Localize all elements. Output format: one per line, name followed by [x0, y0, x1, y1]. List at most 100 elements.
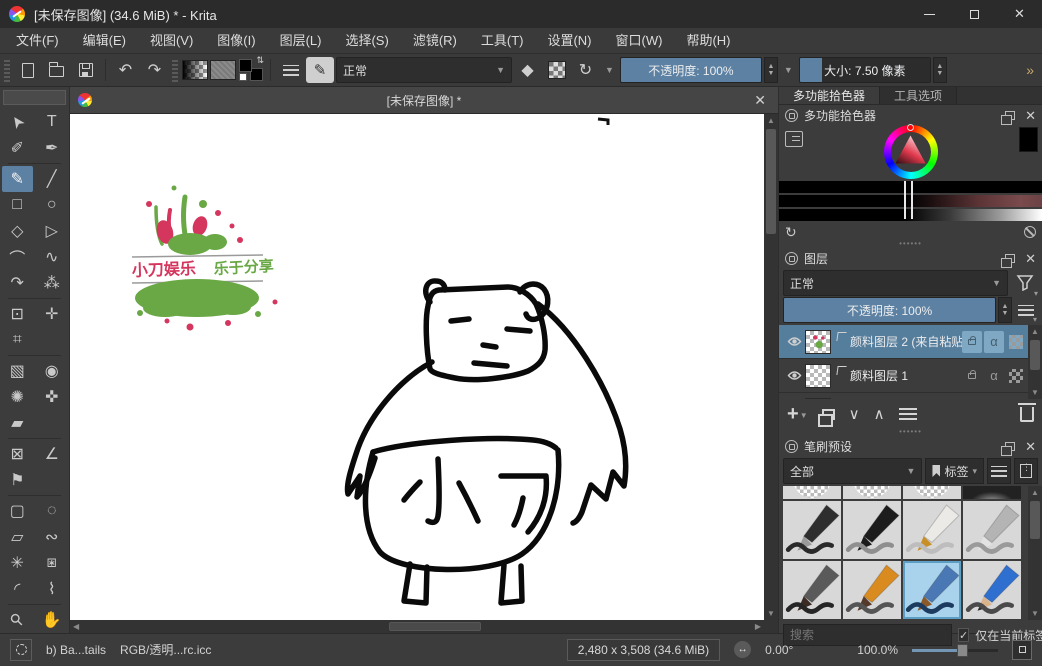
refresh-icon[interactable]: ↻: [785, 225, 797, 239]
layer-lock-icon[interactable]: [962, 365, 982, 387]
brush-preset-tile[interactable]: [783, 486, 841, 499]
docker-close-icon[interactable]: ✕: [1025, 439, 1036, 455]
tool-select-similar[interactable]: ⧆: [37, 550, 68, 576]
layer-row[interactable]: 颜料图层 1α: [779, 359, 1028, 393]
brush-preset-tile[interactable]: [783, 561, 841, 619]
no-color-icon[interactable]: [1024, 226, 1036, 238]
document-tab[interactable]: [未保存图像] * ✕: [70, 87, 778, 114]
canvas-page[interactable]: 小刀娱乐 乐于分享: [70, 114, 764, 620]
layer-list-scrollbar[interactable]: ▲ ▼: [1028, 325, 1042, 399]
tool-dynamic-brush[interactable]: ↷: [2, 270, 33, 296]
tool-crop[interactable]: ⌗: [2, 327, 33, 353]
toolbar-overflow-button[interactable]: »: [1020, 62, 1040, 78]
tool-move[interactable]: ✛: [37, 301, 68, 327]
vertical-scroll-thumb[interactable]: [766, 129, 776, 234]
foreground-color-swatch[interactable]: [239, 59, 252, 72]
tool-polygon[interactable]: ◇: [2, 218, 33, 244]
tool-multibrush[interactable]: ⁂: [37, 270, 68, 296]
foreground-background-colors[interactable]: ⇅: [238, 57, 264, 83]
eraser-mode-button[interactable]: ◆: [514, 57, 541, 83]
tool-pan[interactable]: ✋: [37, 607, 68, 633]
docker-float-icon[interactable]: [1005, 442, 1015, 451]
brush-preset-tile-selected[interactable]: [903, 561, 961, 619]
menu-item-image[interactable]: 图像(I): [205, 28, 267, 54]
menu-item-settings[interactable]: 设置(N): [535, 28, 603, 54]
docker-float-icon[interactable]: [1005, 254, 1015, 263]
tool-text[interactable]: T: [37, 109, 68, 135]
blending-mode-dropdown[interactable]: 正常 ▼: [336, 57, 512, 83]
tool-calligraphy[interactable]: ✒: [37, 135, 68, 161]
brush-preset-tile[interactable]: [783, 501, 841, 559]
undo-button[interactable]: ↶: [112, 57, 139, 83]
layer-alpha-lock-icon[interactable]: α: [984, 399, 1004, 400]
layer-thumbnail[interactable]: [805, 398, 831, 400]
brush-preset-tile[interactable]: [843, 486, 901, 499]
tool-line[interactable]: ╱: [37, 166, 68, 192]
scroll-up-icon[interactable]: ▲: [1031, 486, 1039, 499]
zoom-level[interactable]: 100.0%: [857, 643, 898, 657]
layer-thumbnail[interactable]: [805, 330, 831, 354]
layer-name[interactable]: 颜料图层 2 (来自粘贴): [850, 333, 962, 350]
tool-select-polygonal[interactable]: ▱: [2, 524, 33, 550]
scroll-up-icon[interactable]: ▲: [767, 114, 775, 127]
tool-edit-shapes[interactable]: ✐: [2, 135, 33, 161]
layer-row[interactable]: 颜料图层 2 (来自粘贴) α: [779, 325, 1028, 359]
current-brush-name[interactable]: b) Ba...tails: [46, 643, 106, 657]
layer-thumbnail[interactable]: [805, 364, 831, 388]
tool-ellipse[interactable]: ○: [37, 192, 68, 218]
layer-docker-menu-button[interactable]: [1014, 297, 1038, 323]
scroll-right-icon[interactable]: ▶: [755, 620, 761, 633]
tool-rectangle[interactable]: □: [2, 192, 33, 218]
selection-display-mode-button[interactable]: [10, 639, 32, 661]
opacity-spinner[interactable]: ▲▼: [764, 57, 778, 83]
document-close-icon[interactable]: ✕: [750, 92, 770, 109]
new-document-button[interactable]: [14, 57, 41, 83]
color-selector-settings-icon[interactable]: [785, 131, 803, 147]
tool-bezier-curve[interactable]: ⌒: [2, 244, 33, 270]
tool-measure[interactable]: ∠: [37, 441, 68, 467]
toolbar-grip[interactable]: [172, 58, 178, 82]
brush-docker-menu-button[interactable]: [987, 458, 1011, 484]
layer-properties-button[interactable]: [899, 408, 917, 420]
canvas-rotation-icon[interactable]: ↔: [734, 641, 751, 658]
zoom-slider[interactable]: [912, 643, 998, 657]
color-wheel[interactable]: [884, 125, 938, 179]
delete-layer-button[interactable]: [1020, 407, 1034, 422]
opacity-slider[interactable]: 不透明度: 100%: [620, 57, 762, 83]
tab-tool-options[interactable]: 工具选项: [880, 87, 957, 104]
redo-button[interactable]: ↷: [141, 57, 168, 83]
docker-float-icon[interactable]: [1005, 111, 1015, 120]
tool-fill[interactable]: ▰: [2, 410, 33, 436]
color-triangle[interactable]: [893, 134, 929, 170]
layer-alpha-lock-icon[interactable]: α: [984, 331, 1004, 353]
tool-select-rectangular[interactable]: ▢: [2, 498, 33, 524]
docker-close-icon[interactable]: ✕: [1025, 251, 1036, 267]
tool-freehand-path[interactable]: ∿: [37, 244, 68, 270]
chevron-down-icon[interactable]: ▼: [601, 65, 618, 75]
layer-visibility-icon[interactable]: [783, 336, 805, 347]
chevron-down-icon[interactable]: ▼: [780, 65, 797, 75]
tool-smart-patch[interactable]: ✜: [37, 384, 68, 410]
tool-zoom[interactable]: ⚲: [2, 607, 33, 633]
add-layer-button[interactable]: +▼: [787, 403, 808, 426]
swap-colors-icon[interactable]: ⇅: [256, 55, 264, 66]
tool-select-freehand[interactable]: ∾: [37, 524, 68, 550]
menu-item-filter[interactable]: 滤镜(R): [401, 28, 469, 54]
save-button[interactable]: [72, 57, 99, 83]
menu-item-tools[interactable]: 工具(T): [469, 28, 536, 54]
scroll-up-icon[interactable]: ▲: [1031, 325, 1039, 338]
layer-row[interactable]: 背景α: [779, 393, 1028, 399]
tool-transform[interactable]: ⊡: [2, 301, 33, 327]
move-layer-up-button[interactable]: ∧: [874, 405, 885, 423]
tool-select-contiguous[interactable]: ✳: [2, 550, 33, 576]
docker-lock-icon[interactable]: [785, 109, 798, 122]
zoom-reset-button[interactable]: [1012, 640, 1032, 660]
tool-select-magnetic[interactable]: ⌇: [37, 576, 68, 602]
layer-blending-mode-dropdown[interactable]: 正常 ▼: [783, 270, 1008, 296]
preserve-alpha-button[interactable]: [543, 57, 570, 83]
brush-preset-tile[interactable]: [903, 486, 961, 499]
tool-gradient[interactable]: ▧: [2, 358, 33, 384]
docker-lock-icon[interactable]: [785, 252, 798, 265]
docker-resize-handle[interactable]: ••••••: [779, 241, 1042, 248]
tool-select-elliptical[interactable]: ◌: [37, 498, 68, 524]
